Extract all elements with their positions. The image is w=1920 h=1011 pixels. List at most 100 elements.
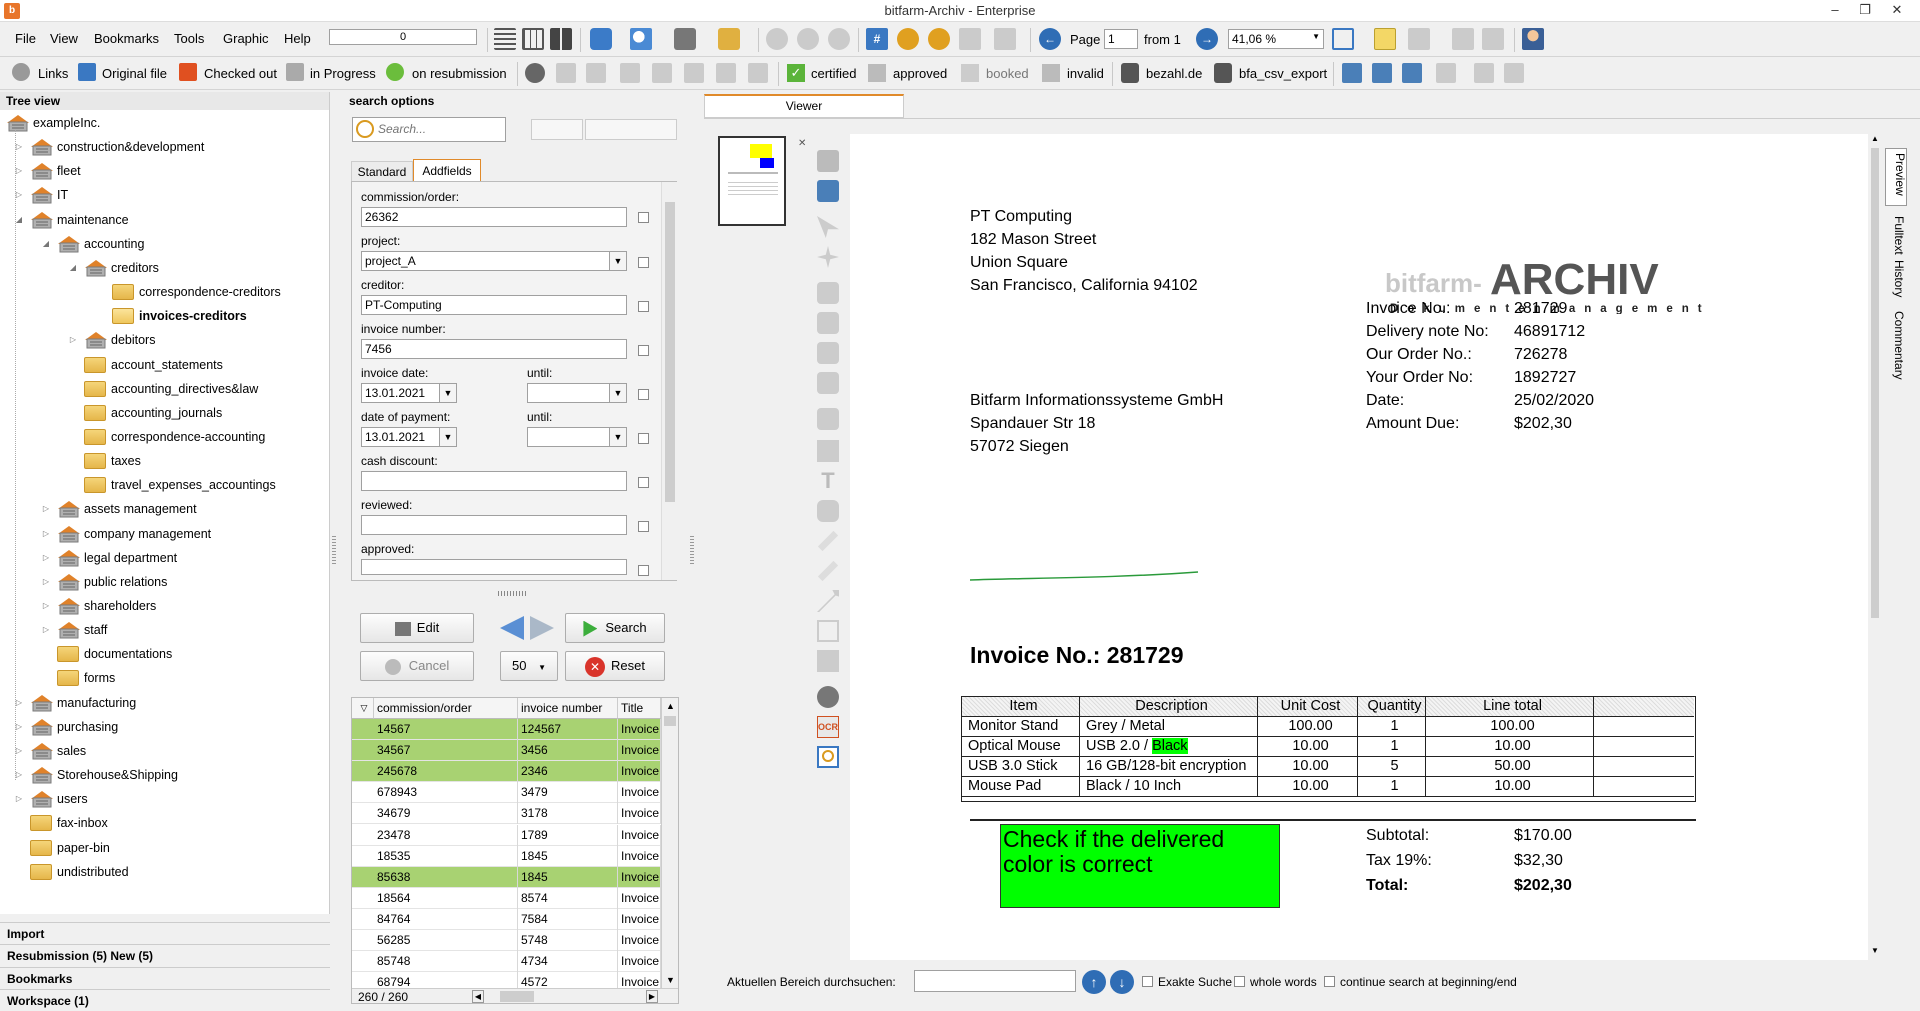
invoice-date-until-field[interactable]: ▼ [527,383,627,403]
table-row[interactable]: 85638 1845 Invoice [352,866,661,888]
fit-width-icon[interactable] [1332,28,1354,50]
zoom-select[interactable]: 41,06 % ▼ [1228,29,1324,49]
unlock-tool-icon[interactable] [817,150,839,172]
tab-fulltext[interactable]: Fulltext [1886,210,1906,260]
tree-node[interactable]: exampleInc. [0,112,330,134]
note-icon[interactable] [1342,63,1362,83]
column-header-title[interactable]: Title [618,698,661,719]
scroll-up-icon[interactable]: ▲ [1868,134,1882,146]
copy-icon[interactable] [620,63,640,83]
gear-icon[interactable] [525,63,545,83]
reviewed-checkbox[interactable] [638,521,649,532]
tree-node[interactable]: ▷ staff [0,619,330,641]
menu-file[interactable]: File [15,31,36,46]
tree-node[interactable]: ▷ legal department [0,547,330,569]
stamp-tool-icon[interactable] [817,342,839,364]
tree-node[interactable]: ◢ maintenance [0,209,330,231]
rotate-right-icon[interactable] [828,28,850,50]
tree-node[interactable]: undistributed [0,861,330,883]
whole-words-checkbox[interactable] [1234,976,1245,987]
highlight-icon[interactable] [1374,28,1396,50]
add-link-icon[interactable] [928,28,950,50]
scroll-up-icon[interactable]: ▲ [663,698,678,714]
scroll-down-icon[interactable]: ▼ [1868,946,1882,958]
list-view-icon[interactable] [494,28,516,50]
reset-button[interactable]: ✕ Reset [565,651,665,681]
document-scrollbar[interactable]: ▲ ▼ [1868,134,1882,960]
commission-field[interactable]: 26362 [361,207,627,227]
tree-node[interactable]: ▷ debitors [0,329,330,351]
search-button[interactable]: Search [565,613,665,643]
invoice-date-checkbox[interactable] [638,389,649,400]
tab-preview[interactable]: Preview [1885,148,1907,206]
tree-node[interactable]: ▷ company management [0,523,330,545]
stamp-tool-icon[interactable] [817,408,839,430]
previous-page-icon[interactable]: ← [1039,28,1061,50]
search-up-icon[interactable]: ↑ [1082,970,1106,994]
previous-arrow-icon[interactable] [500,616,524,640]
splitter-handle[interactable] [332,536,336,564]
column-header-commission[interactable]: commission/order [374,698,518,719]
tree-node[interactable]: ▷ manufacturing [0,692,330,714]
csv-export-button[interactable]: bfa_csv_export [1239,66,1327,81]
menu-graphic[interactable]: Graphic [223,31,269,46]
tree-node[interactable]: correspondence-creditors [0,281,330,303]
menu-bookmarks[interactable]: Bookmarks [94,31,159,46]
stamp-tool-icon[interactable] [817,372,839,394]
exact-search-checkbox[interactable] [1142,976,1153,987]
column-header-invoice-number[interactable]: invoice number [518,698,618,719]
page-rotate-180-icon[interactable] [716,63,736,83]
search-extra-field[interactable] [531,119,583,140]
tree-node[interactable]: accounting_journals [0,402,330,424]
search-box[interactable] [352,117,506,142]
booked-checkbox[interactable] [961,64,979,82]
table-row[interactable]: 678943 3479 Invoice [352,782,661,804]
tree-node[interactable]: account_statements [0,354,330,376]
tree-node[interactable]: invoices-creditors [0,305,330,327]
collapse-icon[interactable]: ◢ [41,233,51,255]
table-row[interactable]: 85748 4734 Invoice [352,951,661,973]
scroll-right-icon[interactable]: ▶ [646,990,658,1003]
cash-discount-checkbox[interactable] [638,477,649,488]
cloud-icon[interactable] [1408,28,1430,50]
tree-node[interactable]: accounting_directives&law [0,378,330,400]
approved-field[interactable] [361,559,627,575]
tree-node[interactable]: paper-bin [0,837,330,859]
page-size-select[interactable]: 50 ▼ [500,651,558,681]
collapse-icon[interactable]: ◢ [68,257,78,279]
next-page-icon[interactable]: → [1196,28,1218,50]
tree-node[interactable]: taxes [0,450,330,472]
annotation-note[interactable]: Check if the delivered color is correct [1000,824,1280,908]
workspace-section[interactable]: Workspace (1) [0,989,330,1011]
unlock-icon[interactable] [1504,63,1524,83]
highlighted-word[interactable]: Black [1152,738,1188,754]
scrollbar-thumb[interactable] [664,716,676,726]
scrollbar-thumb[interactable] [1871,148,1879,618]
rotate-left-icon[interactable] [766,28,788,50]
document-stack-icon[interactable] [1452,28,1474,50]
image-tool-icon[interactable] [817,440,839,462]
splitter-handle[interactable] [498,591,528,596]
resubmission-section[interactable]: Resubmission (5) New (5) [0,944,330,966]
invalid-checkbox[interactable] [1042,64,1060,82]
tree-node[interactable]: travel_expenses_accountings [0,474,330,496]
table-row[interactable]: 14567 124567 Invoice [352,719,661,740]
tree-node[interactable]: ▷ shareholders [0,595,330,617]
page-rotate-left-icon[interactable] [684,63,704,83]
table-row[interactable]: 84764 7584 Invoice [352,908,661,930]
search-scope-field[interactable] [585,119,677,140]
stamp-tool-icon[interactable] [817,282,839,304]
print-icon[interactable] [674,28,696,50]
bezahl-button[interactable]: bezahl.de [1146,66,1202,81]
table-row[interactable]: 18564 8574 Invoice [352,887,661,909]
scrollbar-thumb[interactable] [665,202,675,502]
on-resubmission-filter[interactable]: on resubmission [412,66,507,81]
tab-history[interactable]: History [1886,258,1906,300]
links-filter[interactable]: Links [38,66,68,81]
expand-icon[interactable]: ▷ [68,329,78,351]
project-checkbox[interactable] [638,257,649,268]
commission-checkbox[interactable] [638,212,649,223]
move-icon[interactable] [652,63,672,83]
split-view-icon[interactable] [550,28,572,50]
table-row[interactable]: 34679 3178 Invoice [352,803,661,825]
